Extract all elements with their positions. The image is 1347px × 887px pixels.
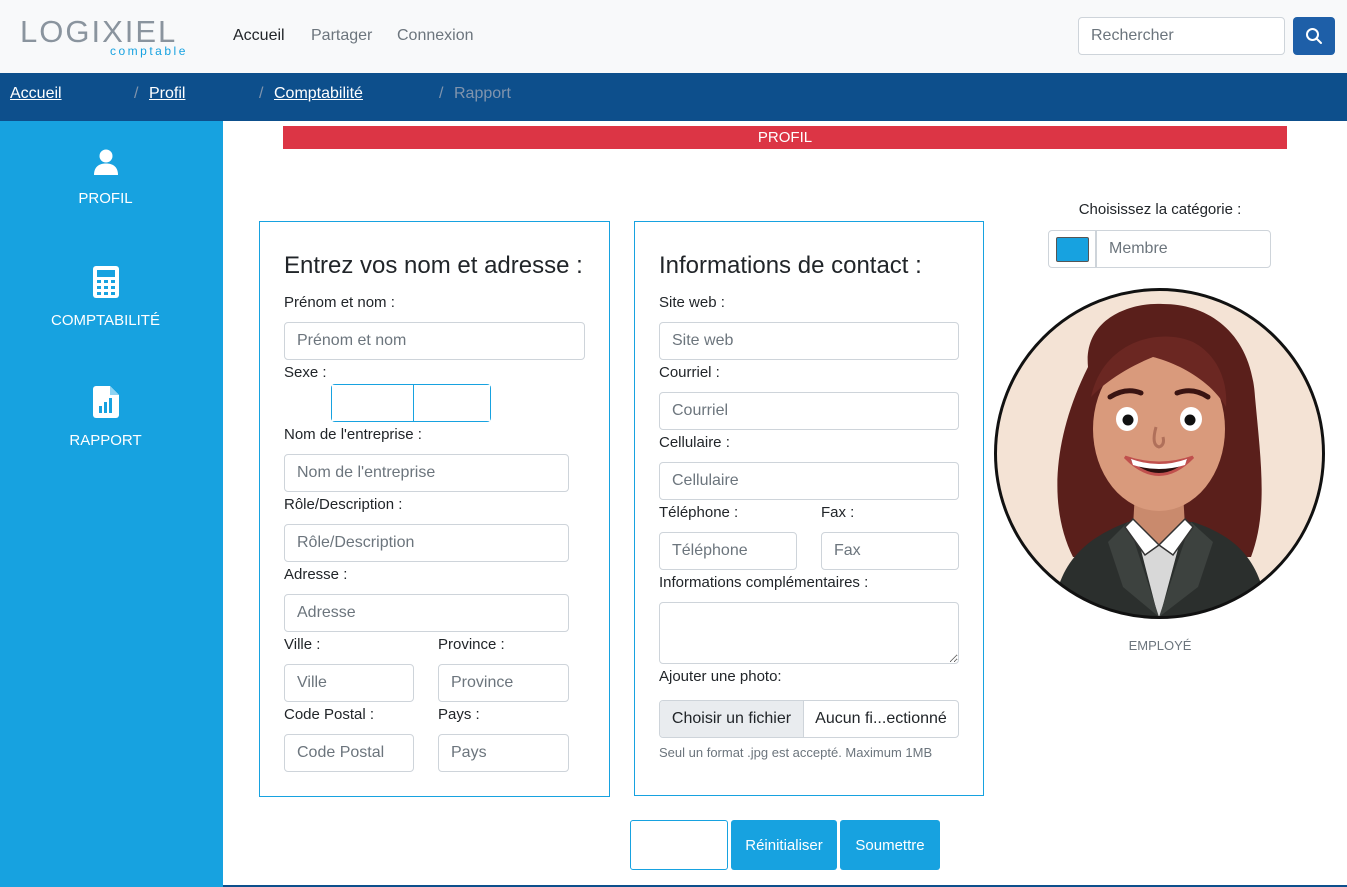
- search-icon: [1306, 28, 1322, 44]
- choose-file-button[interactable]: Choisir un fichier: [660, 701, 804, 737]
- website-input[interactable]: [659, 322, 959, 360]
- sidebar-item-label: PROFIL: [78, 190, 133, 207]
- mobile-label: Cellulaire :: [659, 434, 730, 451]
- address-label: Adresse :: [284, 566, 348, 583]
- role-caption: EMPLOYÉ: [1128, 638, 1192, 653]
- role-label: Rôle/Description :: [284, 496, 403, 513]
- sidebar-item-label: COMPTABILITÉ: [51, 312, 160, 329]
- top-navbar: LOGIXIEL comptable Accueil Partager Conn…: [0, 0, 1347, 73]
- photo-label: Ajouter une photo:: [659, 668, 782, 685]
- address-input[interactable]: [284, 594, 569, 632]
- breadcrumb-separator: /: [134, 85, 139, 102]
- postal-label: Code Postal :: [284, 706, 375, 723]
- postal-input[interactable]: [284, 734, 414, 772]
- mobile-input[interactable]: [659, 462, 959, 500]
- sidebar-item-rapport[interactable]: RAPPORT: [0, 386, 211, 449]
- file-help-text: Seul un format .jpg est accepté. Maximum…: [659, 745, 933, 760]
- brand-tagline: comptable: [110, 44, 188, 58]
- avatar: [994, 288, 1325, 619]
- extra-info-label: Informations complémentaires :: [659, 574, 869, 591]
- search-button[interactable]: [1293, 17, 1335, 55]
- search-input[interactable]: [1078, 17, 1285, 55]
- address-card-title: Entrez vos nom et adresse :: [284, 252, 583, 279]
- user-icon: [93, 149, 118, 175]
- contact-card-title: Informations de contact :: [659, 252, 922, 279]
- province-input[interactable]: [438, 664, 569, 702]
- phone-label: Téléphone :: [659, 504, 739, 521]
- name-label: Prénom et nom :: [284, 294, 395, 311]
- page-title: PROFIL: [283, 126, 1287, 149]
- submit-button[interactable]: Soumettre: [840, 820, 940, 870]
- sidebar-item-comptabilite[interactable]: COMPTABILITÉ: [0, 266, 211, 329]
- breadcrumb-comptabilite[interactable]: Comptabilité: [274, 85, 363, 103]
- sex-option-1[interactable]: [332, 385, 414, 421]
- fax-label: Fax :: [821, 504, 855, 521]
- report-icon: [92, 386, 119, 418]
- role-input[interactable]: [284, 524, 569, 562]
- sidebar-item-label: RAPPORT: [69, 432, 142, 449]
- city-label: Ville :: [284, 636, 321, 653]
- category-input[interactable]: [1096, 230, 1271, 268]
- reset-button[interactable]: Réinitialiser: [731, 820, 837, 870]
- category-label: Choisissez la catégorie :: [1078, 201, 1242, 218]
- name-input[interactable]: [284, 322, 585, 360]
- country-input[interactable]: [438, 734, 569, 772]
- breadcrumb-profil[interactable]: Profil: [149, 85, 185, 103]
- sidebar-item-profil[interactable]: PROFIL: [0, 148, 211, 207]
- nav-accueil[interactable]: Accueil: [233, 27, 285, 45]
- nav-partager[interactable]: Partager: [311, 27, 372, 45]
- color-swatch: [1055, 236, 1089, 262]
- blank-button[interactable]: [630, 820, 728, 870]
- email-input[interactable]: [659, 392, 959, 430]
- fax-input[interactable]: [821, 532, 959, 570]
- breadcrumb-accueil[interactable]: Accueil: [10, 85, 62, 103]
- file-name-display: Aucun fi...ectionné: [815, 710, 947, 727]
- sex-toggle-group: [331, 384, 491, 422]
- breadcrumb-separator: /: [439, 85, 444, 102]
- nav-connexion[interactable]: Connexion: [397, 27, 474, 45]
- extra-info-textarea[interactable]: [659, 602, 959, 664]
- breadcrumb-rapport: Rapport: [454, 85, 511, 102]
- sidebar: PROFIL COMPTABILITÉ RAPPORT: [0, 121, 223, 887]
- province-label: Province :: [438, 636, 505, 653]
- phone-input[interactable]: [659, 532, 797, 570]
- photo-file-input[interactable]: Choisir un fichier Aucun fi...ectionné: [659, 700, 959, 738]
- company-input[interactable]: [284, 454, 569, 492]
- website-label: Site web :: [659, 294, 725, 311]
- breadcrumb: Accueil / Profil / Comptabilité / Rappor…: [0, 73, 1347, 121]
- sex-label: Sexe :: [284, 364, 327, 381]
- category-color-picker[interactable]: [1048, 230, 1096, 268]
- brand-logo[interactable]: LOGIXIEL comptable: [20, 14, 205, 58]
- company-label: Nom de l'entreprise :: [284, 426, 422, 443]
- breadcrumb-separator: /: [259, 85, 264, 102]
- email-label: Courriel :: [659, 364, 720, 381]
- sex-option-2[interactable]: [414, 385, 490, 421]
- calculator-icon: [92, 266, 119, 298]
- country-label: Pays :: [438, 706, 480, 723]
- city-input[interactable]: [284, 664, 414, 702]
